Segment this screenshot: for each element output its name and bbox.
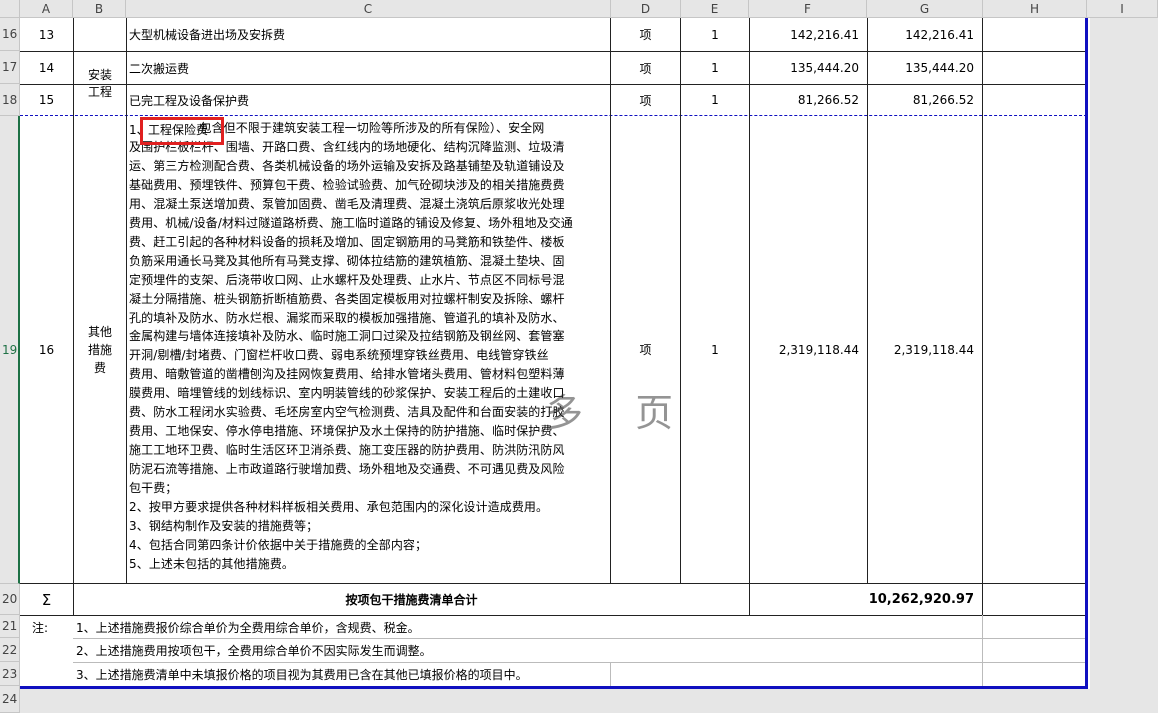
cell-qty[interactable]: 1 [681,85,749,115]
highlight-box [140,117,224,145]
notes-label[interactable]: 注: [20,616,73,638]
row-number-22[interactable]: 22 [0,638,20,662]
cell-category-install[interactable]: 安装 工程 [74,52,126,115]
print-border-bottom [20,686,1088,689]
row-number-21[interactable]: 21 [0,615,20,638]
outside-area-bottom [20,689,1090,713]
cell-price[interactable]: 2,319,118.44 [750,116,867,583]
row-number-17[interactable]: 17 [0,51,20,84]
row-number-20[interactable]: 20 [0,584,20,615]
grid-line [982,18,983,615]
note-line[interactable]: 1、上述措施费报价综合单价为全费用综合单价，含规费、税金。 [73,616,610,638]
cell-item-description[interactable]: 包含但不限于建筑安装工程一切险等所涉及的所有保险）、安全网 及围护栏板栏杆、围墙… [126,116,610,583]
column-header-b[interactable]: B [73,0,126,18]
cell-category-other[interactable]: 其他 措施 费 [74,116,126,583]
note-line[interactable]: 2、上述措施费用按项包干，全费用综合单价不因实际发生而调整。 [73,639,610,662]
cell-qty[interactable]: 1 [681,116,749,583]
cell-unit[interactable]: 项 [611,116,680,583]
cell-item[interactable]: 大型机械设备进出场及安拆费 [126,18,610,51]
row-number-23[interactable]: 23 [0,662,20,686]
column-header-g[interactable]: G [867,0,983,18]
column-header-a[interactable]: A [20,0,73,18]
column-header-h[interactable]: H [983,0,1087,18]
print-border-right [1085,18,1088,689]
cell-price[interactable]: 135,444.20 [750,52,867,84]
cell-no[interactable]: 16 [20,116,73,583]
sum-label[interactable]: 按项包干措施费清单合计 [74,584,749,615]
cell-item[interactable]: 二次搬运费 [126,52,610,84]
row-number-16[interactable]: 16 [0,18,20,51]
column-header-f[interactable]: F [749,0,867,18]
cell-unit[interactable]: 项 [611,52,680,84]
cell-total[interactable]: 142,216.41 [868,18,982,51]
column-header-i[interactable]: I [1087,0,1158,18]
grid-line [610,662,611,686]
corner-cell[interactable] [0,0,20,18]
cell-item[interactable]: 已完工程及设备保护费 [126,85,610,115]
cell-price[interactable]: 81,266.52 [750,85,867,115]
cell-price[interactable]: 142,216.41 [750,18,867,51]
page-watermark: 多 页 [545,391,694,435]
sum-total[interactable]: 10,262,920.97 [750,584,982,615]
cell-unit[interactable]: 项 [611,18,680,51]
row-number-18[interactable]: 18 [0,84,20,116]
column-header-d[interactable]: D [611,0,681,18]
cell-no[interactable]: 14 [20,52,73,84]
sum-symbol[interactable]: Σ [20,584,73,615]
note-line[interactable]: 3、上述措施费清单中未填报价格的项目视为其费用已含在其他已填报价格的项目中。 [73,663,610,686]
cell-total[interactable]: 2,319,118.44 [868,116,982,583]
row-number-24[interactable]: 24 [0,686,20,713]
cell-total[interactable]: 135,444.20 [868,52,982,84]
cell-qty[interactable]: 1 [681,18,749,51]
row-number-19[interactable]: 19 [0,116,20,584]
column-header-e[interactable]: E [681,0,749,18]
cell-no[interactable]: 15 [20,85,73,115]
column-header-c[interactable]: C [126,0,611,18]
outside-area-right [1090,18,1158,713]
cell-no[interactable]: 13 [20,18,73,51]
cell-unit[interactable]: 项 [611,85,680,115]
cell-total[interactable]: 81,266.52 [868,85,982,115]
grid-line [982,615,983,686]
cell-qty[interactable]: 1 [681,52,749,84]
